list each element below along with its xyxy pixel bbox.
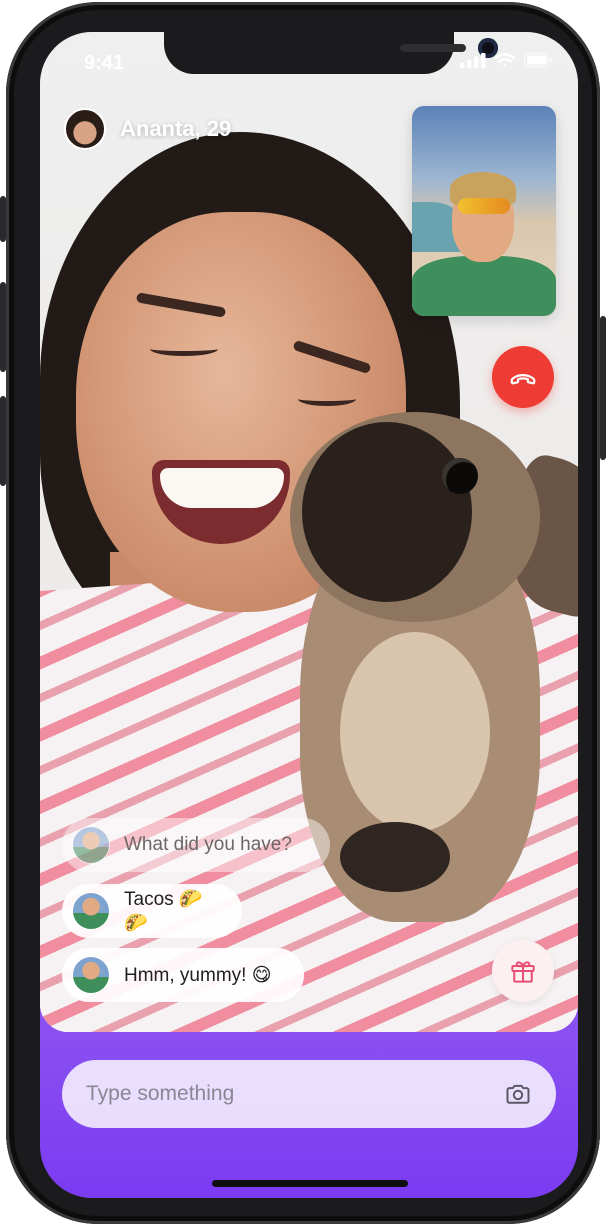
dog-paw: [340, 822, 450, 892]
speaker-grille: [400, 44, 466, 52]
sender-avatar: [72, 892, 110, 930]
wifi-icon: [494, 53, 516, 67]
remote-video-eye: [150, 342, 218, 356]
status-icons: [460, 52, 554, 68]
dog-belly: [340, 632, 490, 832]
battery-icon: [524, 52, 553, 68]
remote-video-eye: [298, 392, 356, 406]
gift-button[interactable]: [492, 940, 554, 1002]
notch: [164, 32, 498, 74]
chat-message-text: What did you have?: [124, 834, 292, 855]
chat-message: Tacos 🌮🌮: [62, 884, 242, 938]
phone-frame: Ananta, 29 What did you have? Tacos 🌮🌮 H…: [6, 2, 600, 1224]
remote-video-teeth: [160, 468, 284, 508]
self-preview-shirt: [412, 256, 556, 316]
screen: Ananta, 29 What did you have? Tacos 🌮🌮 H…: [40, 32, 578, 1198]
sender-avatar: [72, 956, 110, 994]
self-preview-sunglasses: [458, 198, 510, 214]
message-composer: [62, 1060, 556, 1128]
dog-eye: [442, 458, 478, 494]
message-input[interactable]: [86, 1082, 502, 1106]
caller-name: Ananta, 29: [120, 116, 232, 141]
dog-face: [302, 422, 472, 602]
chat-message-text: Tacos 🌮🌮: [124, 889, 203, 934]
camera-button[interactable]: [502, 1078, 534, 1110]
end-call-button[interactable]: [492, 346, 554, 408]
self-video-preview[interactable]: [412, 106, 556, 316]
gift-icon: [511, 961, 535, 983]
chat-message-text: Hmm, yummy! 😋: [124, 964, 272, 986]
phone-hangup-icon: [510, 374, 536, 385]
home-indicator[interactable]: [212, 1180, 408, 1187]
status-time: 9:41: [84, 52, 125, 74]
camera-icon: [506, 1084, 530, 1104]
power-button: [600, 316, 606, 460]
chat-message: Hmm, yummy! 😋: [62, 948, 304, 1002]
caller-avatar[interactable]: [64, 108, 106, 150]
chat-message: What did you have?: [62, 818, 330, 872]
signal-icon: [460, 53, 486, 68]
sender-avatar: [72, 826, 110, 864]
